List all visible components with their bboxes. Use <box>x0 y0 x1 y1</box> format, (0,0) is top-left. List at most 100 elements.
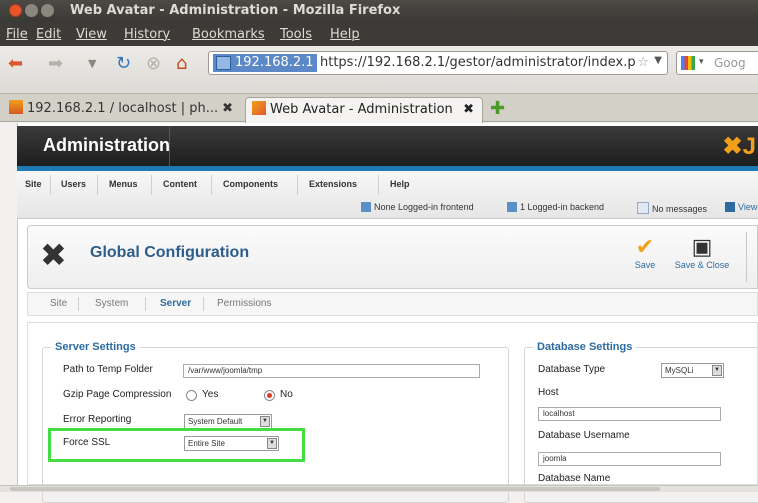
tab-server[interactable]: Server <box>160 298 191 309</box>
horizontal-scrollbar[interactable] <box>0 485 758 492</box>
save-disk-icon: ▣ <box>691 234 713 259</box>
config-toolbar: ✖ Global Configuration ✔ Save ▣ Save & C… <box>27 225 758 289</box>
tab-label: 192.168.2.1 / localhost | ph... <box>27 101 219 116</box>
admin-header: Administration ✖J <box>17 126 758 166</box>
admin-menu-components[interactable]: Components <box>223 179 278 189</box>
admin-menu-content[interactable]: Content <box>163 179 197 189</box>
server-settings-legend: Server Settings <box>55 341 136 353</box>
view-site-label: View <box>738 202 758 212</box>
error-reporting-select[interactable]: System Default ▼ <box>184 414 272 429</box>
joomla-logo-icon: ✖J <box>722 133 756 160</box>
menu-separator <box>211 175 212 195</box>
status-view-site[interactable]: View <box>725 202 757 212</box>
save-button[interactable]: ✔ Save <box>628 234 662 270</box>
database-name-label: Database Name <box>538 473 611 484</box>
url-bar[interactable]: 192.168.2.1 https://192.168.2.1/gestor/a… <box>208 51 668 75</box>
back-arrow-icon[interactable]: ⬅ <box>8 54 23 74</box>
database-type-select[interactable]: MySQLi ▼ <box>661 363 724 378</box>
status-messages-label: No messages <box>652 204 708 214</box>
tab-site[interactable]: Site <box>50 298 67 309</box>
reload-icon[interactable]: ↻ <box>116 54 131 74</box>
view-site-icon <box>725 202 735 212</box>
window-minimize-button[interactable] <box>25 4 38 17</box>
site-identity-button[interactable]: 192.168.2.1 <box>213 54 317 72</box>
tab-permissions[interactable]: Permissions <box>217 298 271 309</box>
menu-separator <box>50 175 51 195</box>
url-dropdown-icon[interactable]: ▼ <box>654 55 662 66</box>
tab-system[interactable]: System <box>95 298 128 309</box>
tab-separator <box>145 297 146 311</box>
menu-file[interactable]: File <box>6 27 28 42</box>
new-tab-icon[interactable]: ✚ <box>490 98 505 119</box>
search-engine-dropdown-icon[interactable]: ▾ <box>699 57 704 67</box>
status-frontend-label: None Logged-in frontend <box>374 202 474 212</box>
error-reporting-value: System Default <box>188 417 243 426</box>
window-title: Web Avatar - Administration - Mozilla Fi… <box>70 3 401 18</box>
bookmark-star-icon[interactable]: ☆ <box>637 55 649 70</box>
menu-history[interactable]: History <box>124 27 170 42</box>
save-check-icon: ✔ <box>635 234 655 259</box>
database-type-label: Database Type <box>538 364 606 375</box>
save-close-button[interactable]: ▣ Save & Close <box>669 234 735 270</box>
tab-bar: 192.168.2.1 / localhost | ph... ✖ Web Av… <box>0 94 758 123</box>
tab-close-icon[interactable]: ✖ <box>463 98 474 122</box>
home-icon[interactable]: ⌂ <box>176 54 187 74</box>
temp-folder-label: Path to Temp Folder <box>63 364 153 375</box>
temp-folder-input[interactable]: /var/www/joomla/tmp <box>183 364 480 378</box>
menu-bookmarks[interactable]: Bookmarks <box>192 27 265 42</box>
menu-separator <box>378 175 379 195</box>
menu-edit[interactable]: Edit <box>36 27 61 42</box>
tab-separator <box>78 297 79 311</box>
force-ssl-highlight <box>48 428 305 462</box>
admin-menu-menus[interactable]: Menus <box>109 179 138 189</box>
status-frontend: None Logged-in frontend <box>361 202 474 212</box>
tab-label: Web Avatar - Administration <box>270 102 453 117</box>
admin-menu-help[interactable]: Help <box>390 179 410 189</box>
scrollbar-thumb[interactable] <box>10 487 660 491</box>
window-titlebar: Web Avatar - Administration - Mozilla Fi… <box>0 0 758 22</box>
forward-arrow-icon[interactable]: ➡ <box>48 54 63 74</box>
admin-menu-site[interactable]: Site <box>25 179 42 189</box>
admin-title: Administration <box>43 135 171 155</box>
header-divider <box>169 126 170 166</box>
tab-web-avatar-administration[interactable]: Web Avatar - Administration ✖ <box>245 97 483 123</box>
chevron-down-icon: ▼ <box>712 365 722 376</box>
database-type-value: MySQLi <box>665 366 694 375</box>
toolbar-divider <box>746 232 747 282</box>
menu-separator <box>151 175 152 195</box>
messages-icon <box>637 202 649 214</box>
search-box[interactable]: ▾ Goog <box>676 51 758 75</box>
search-placeholder: Goog <box>714 56 746 70</box>
admin-menu-users[interactable]: Users <box>61 179 86 189</box>
gzip-yes-radio[interactable] <box>186 390 197 401</box>
tab-close-icon[interactable]: ✖ <box>222 97 233 121</box>
navigation-toolbar: ⬅ ➡ ▼ ↻ ⊗ ⌂ 192.168.2.1 https://192.168.… <box>0 46 758 94</box>
gzip-no-radio[interactable] <box>264 390 275 401</box>
menu-separator <box>97 175 98 195</box>
url-text: https://192.168.2.1/gestor/administrator… <box>320 55 636 70</box>
joomla-favicon-icon <box>252 101 266 115</box>
google-icon <box>681 56 695 70</box>
save-label: Save <box>634 260 656 270</box>
frontend-users-icon <box>361 202 371 212</box>
menu-help[interactable]: Help <box>330 27 360 42</box>
stop-icon[interactable]: ⊗ <box>146 54 161 74</box>
menu-tools[interactable]: Tools <box>280 27 312 42</box>
chevron-down-icon: ▼ <box>260 416 270 427</box>
gzip-label: Gzip Page Compression <box>63 389 172 400</box>
database-username-input[interactable]: joomla <box>538 452 721 466</box>
window-maximize-button[interactable] <box>41 4 54 17</box>
save-close-label: Save & Close <box>674 260 730 270</box>
menu-view[interactable]: View <box>76 27 107 42</box>
gzip-no-label: No <box>280 389 293 400</box>
admin-menu-extensions[interactable]: Extensions <box>309 179 357 189</box>
host-input[interactable]: localhost <box>538 407 721 421</box>
window-close-button[interactable] <box>9 4 22 17</box>
history-dropdown-icon[interactable]: ▼ <box>88 54 96 74</box>
tab-phpmyadmin[interactable]: 192.168.2.1 / localhost | ph... ✖ <box>3 97 241 122</box>
backend-users-icon <box>507 202 517 212</box>
menu-separator <box>297 175 298 195</box>
tools-icon: ✖ <box>40 237 67 273</box>
phpmyadmin-favicon-icon <box>9 100 23 114</box>
status-messages[interactable]: No messages <box>637 202 707 214</box>
